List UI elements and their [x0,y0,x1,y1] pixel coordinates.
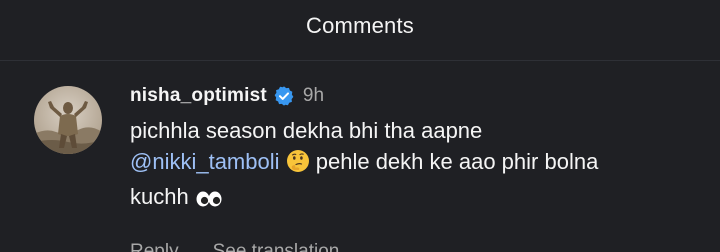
comments-header: Comments [0,0,720,61]
comment-line-1: pichhla season dekha bhi tha aapne [130,118,483,143]
mention-link[interactable]: @nikki_tamboli [130,149,280,174]
comment-meta-row: nisha_optimist 9h [130,84,324,108]
reply-button[interactable]: Reply [130,241,179,252]
comment-line-3: kuchh [130,181,690,216]
comment-line-2-text: pehle dekh ke aao phir bolna [315,149,599,174]
comment-actions: Reply See translation [130,241,339,252]
verified-badge-icon [273,85,295,107]
comment-text: pichhla season dekha bhi tha aapne @nikk… [130,115,690,216]
avatar[interactable] [34,86,102,154]
comment-line-3-text: kuchh [130,184,189,209]
header-title: Comments [306,13,414,38]
comments-screen: Comments nisha_optimist 9h pichhla seaso… [0,0,720,252]
username[interactable]: nisha_optimist [130,85,267,107]
eyes-icon [195,185,223,216]
comment-item: nisha_optimist 9h pichhla season dekha b… [0,70,720,252]
comment-line-2: @nikki_tamboli pehle dekh ke aao phir bo… [130,146,690,181]
avatar-image [34,86,102,154]
header-divider [0,60,720,61]
timestamp: 9h [302,85,325,106]
thinking-face-icon [286,149,310,181]
see-translation-button[interactable]: See translation [213,241,340,252]
